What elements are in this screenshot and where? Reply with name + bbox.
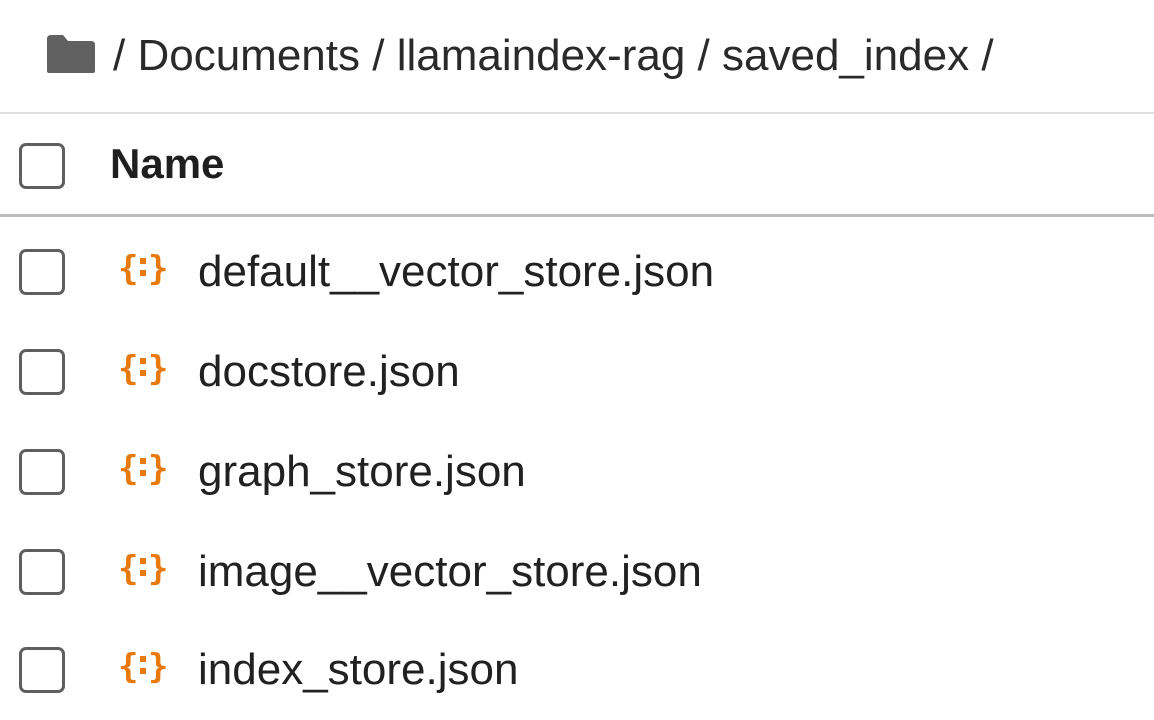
json-file-icon: { }: [118, 344, 174, 392]
svg-text:{: {: [118, 249, 138, 289]
breadcrumb-saved-index[interactable]: saved_index: [722, 31, 969, 81]
file-name[interactable]: image__vector_store.json: [198, 522, 702, 622]
table-row[interactable]: { } image__vector_store.json: [0, 522, 1154, 622]
json-file-icon: { }: [118, 444, 174, 492]
header-divider: [0, 214, 1154, 217]
svg-text:}: }: [148, 549, 168, 589]
file-browser: / Documents / llamaindex-rag / saved_ind…: [0, 0, 1154, 720]
row-checkbox[interactable]: [19, 647, 65, 693]
breadcrumb: / Documents / llamaindex-rag / saved_ind…: [0, 0, 1154, 112]
row-checkbox[interactable]: [19, 349, 65, 395]
table-row[interactable]: { } default__vector_store.json: [0, 222, 1154, 322]
breadcrumb-separator: /: [981, 31, 994, 80]
json-file-icon: { }: [118, 544, 174, 592]
svg-text:{: {: [118, 647, 138, 687]
file-name[interactable]: graph_store.json: [198, 422, 526, 522]
breadcrumb-separator: /: [113, 31, 126, 80]
json-file-icon: { }: [118, 642, 174, 690]
table-row[interactable]: { } docstore.json: [0, 322, 1154, 422]
file-name[interactable]: docstore.json: [198, 322, 460, 422]
svg-text:}: }: [148, 449, 168, 489]
svg-text:}: }: [148, 249, 168, 289]
svg-text:{: {: [118, 449, 138, 489]
folder-icon[interactable]: [45, 33, 97, 75]
file-name[interactable]: default__vector_store.json: [198, 222, 714, 322]
table-header: Name: [0, 114, 1154, 214]
row-checkbox[interactable]: [19, 549, 65, 595]
breadcrumb-llamaindex-rag[interactable]: llamaindex-rag: [397, 31, 686, 81]
breadcrumb-separator: /: [372, 31, 385, 80]
svg-text:{: {: [118, 549, 138, 589]
svg-text:}: }: [148, 647, 168, 687]
select-all-checkbox[interactable]: [19, 143, 65, 189]
json-file-icon: { }: [118, 244, 174, 292]
name-column-header[interactable]: Name: [110, 114, 224, 214]
table-row[interactable]: { } graph_store.json: [0, 422, 1154, 522]
breadcrumb-separator: /: [697, 31, 710, 80]
table-row[interactable]: { } index_store.json: [0, 620, 1154, 720]
svg-text:{: {: [118, 349, 138, 389]
svg-text:}: }: [148, 349, 168, 389]
row-checkbox[interactable]: [19, 249, 65, 295]
breadcrumb-documents[interactable]: Documents: [137, 31, 360, 81]
file-name[interactable]: index_store.json: [198, 620, 518, 720]
row-checkbox[interactable]: [19, 449, 65, 495]
